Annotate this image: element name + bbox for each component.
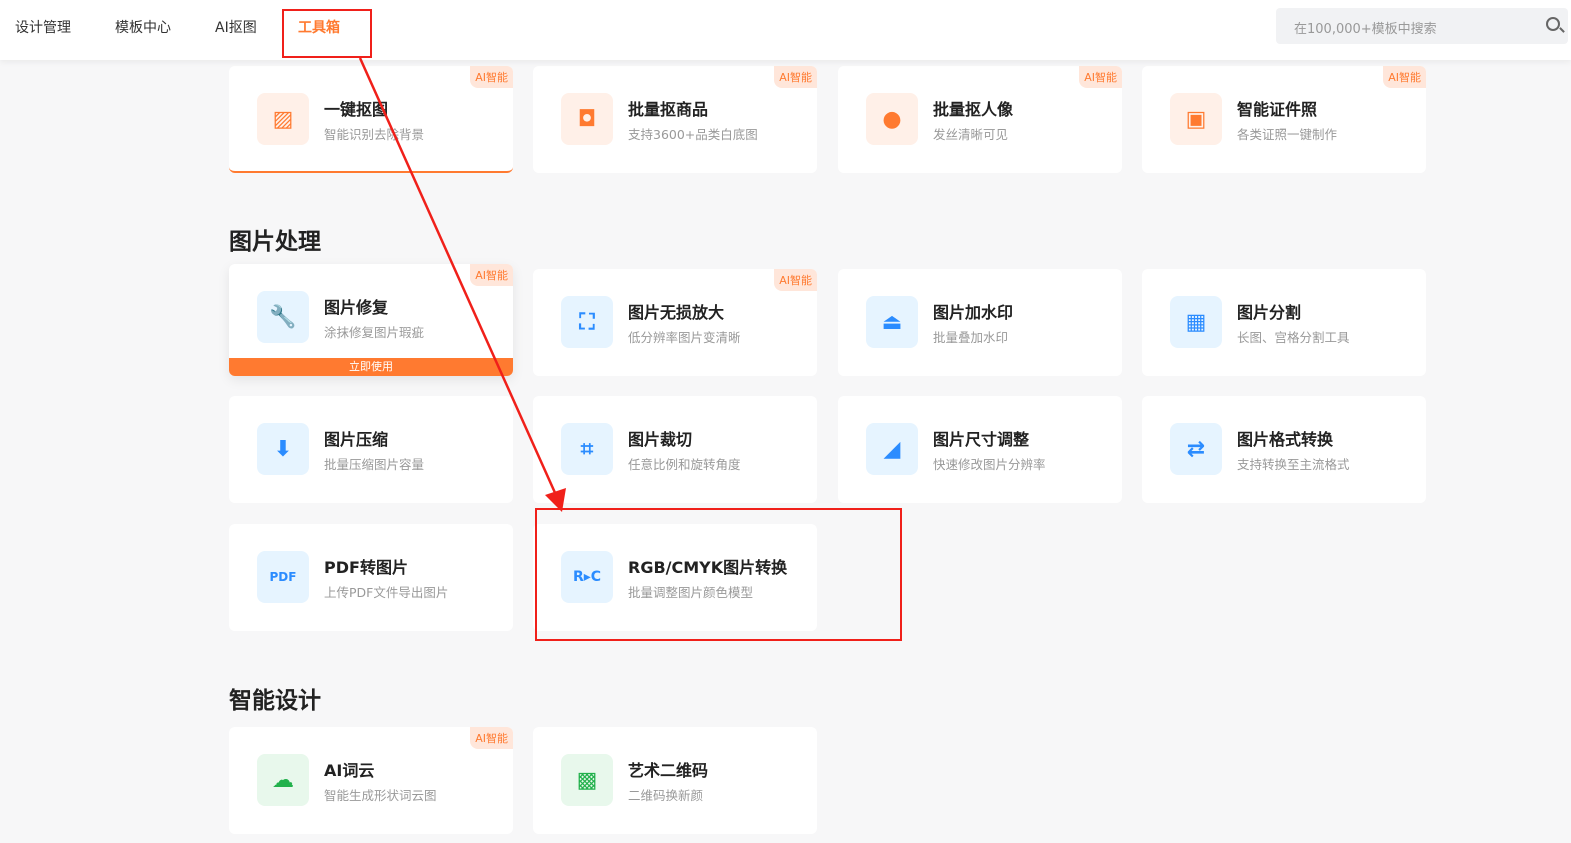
crop-icon: ⌗ — [561, 423, 613, 475]
tool-card[interactable]: ▣ 智能证件照 各类证照一键制作 AI智能 — [1142, 66, 1426, 173]
qrcode-icon: ▩ — [561, 754, 613, 806]
tool-title: PDF转图片 — [324, 558, 408, 577]
nav-ai-cutout[interactable]: AI抠图 — [215, 17, 257, 37]
tool-desc: 智能识别去除背景 — [324, 127, 425, 142]
tool-card[interactable]: ⏏ 图片加水印 批量叠加水印 — [838, 269, 1122, 376]
tool-title: 图片裁切 — [628, 430, 693, 449]
enlarge-icon: ⛶ — [561, 296, 613, 348]
tool-title: 图片尺寸调整 — [933, 430, 1030, 449]
search-placeholder: 在100,000+模板中搜索 — [1294, 22, 1437, 37]
wrench-icon: 🔧 — [257, 291, 309, 343]
nav-template-center[interactable]: 模板中心 — [115, 17, 171, 37]
tool-title: 图片压缩 — [324, 430, 389, 449]
cloud-icon: ☁ — [257, 754, 309, 806]
search-input[interactable]: 在100,000+模板中搜索 — [1276, 8, 1568, 44]
tool-card[interactable]: ▨ 一键抠图 智能识别去除背景 AI智能 — [229, 66, 513, 173]
tool-card[interactable]: ⛶ 图片无损放大 低分辨率图片变清晰 AI智能 — [533, 269, 817, 376]
ai-badge: AI智能 — [774, 269, 817, 291]
ai-badge: AI智能 — [470, 727, 513, 749]
id-photo-icon: ▣ — [1170, 93, 1222, 145]
pdf-icon: PDF — [257, 551, 309, 603]
tool-desc: 长图、宫格分割工具 — [1237, 330, 1350, 345]
shopping-bag-icon: ◘ — [561, 93, 613, 145]
nav-design-manage[interactable]: 设计管理 — [15, 17, 71, 37]
tool-card[interactable]: ⬇ 图片压缩 批量压缩图片容量 — [229, 396, 513, 503]
tool-desc: 批量叠加水印 — [933, 330, 1009, 345]
tool-title: 图片加水印 — [933, 303, 1014, 322]
ai-badge: AI智能 — [774, 66, 817, 88]
tool-title: 一键抠图 — [324, 100, 389, 119]
tool-desc: 智能生成形状词云图 — [324, 788, 437, 803]
ai-badge: AI智能 — [470, 264, 513, 286]
ruler-icon: ◢ — [866, 423, 918, 475]
format-convert-icon: ⇄ — [1170, 423, 1222, 475]
tool-title: AI词云 — [324, 761, 375, 780]
tool-desc: 批量压缩图片容量 — [324, 457, 425, 472]
ai-badge: AI智能 — [1383, 66, 1426, 88]
search-icon[interactable] — [1546, 17, 1560, 31]
tool-desc: 各类证照一键制作 — [1237, 127, 1338, 142]
section-title-image: 图片处理 — [229, 229, 321, 255]
tool-desc: 发丝清晰可见 — [933, 127, 1009, 142]
annotation-box-toolbox — [282, 9, 372, 58]
tool-desc: 支持转换至主流格式 — [1237, 457, 1350, 472]
tool-card[interactable]: ⌗ 图片裁切 任意比例和旋转角度 — [533, 396, 817, 503]
compress-icon: ⬇ — [257, 423, 309, 475]
section-title-smart: 智能设计 — [229, 688, 321, 714]
tool-desc: 涂抹修复图片瑕疵 — [324, 325, 425, 340]
tool-title: 批量抠商品 — [628, 100, 709, 119]
cutout-icon: ▨ — [257, 93, 309, 145]
annotation-box-rgb-cmyk — [535, 508, 902, 641]
ai-badge: AI智能 — [470, 66, 513, 88]
tool-card[interactable]: ☁ AI词云 智能生成形状词云图 AI智能 — [229, 727, 513, 834]
tool-desc: 快速修改图片分辨率 — [933, 457, 1046, 472]
tool-card[interactable]: ◘ 批量抠商品 支持3600+品类白底图 AI智能 — [533, 66, 817, 173]
tool-card[interactable]: ● 批量抠人像 发丝清晰可见 AI智能 — [838, 66, 1122, 173]
ai-badge: AI智能 — [1079, 66, 1122, 88]
tool-desc: 低分辨率图片变清晰 — [628, 330, 741, 345]
grid-icon: ▦ — [1170, 296, 1222, 348]
tool-desc: 支持3600+品类白底图 — [628, 127, 758, 142]
tool-desc: 任意比例和旋转角度 — [628, 457, 741, 472]
tool-card[interactable]: PDF PDF转图片 上传PDF文件导出图片 — [229, 524, 513, 631]
tool-desc: 上传PDF文件导出图片 — [324, 585, 449, 600]
tool-title: 图片分割 — [1237, 303, 1302, 322]
tool-title: 艺术二维码 — [628, 761, 709, 780]
tool-title: 图片格式转换 — [1237, 430, 1334, 449]
tool-title: 图片无损放大 — [628, 303, 725, 322]
tool-desc: 二维码换新颜 — [628, 788, 704, 803]
use-now-button[interactable]: 立即使用 — [229, 358, 513, 376]
stamp-icon: ⏏ — [866, 296, 918, 348]
tool-card[interactable]: ⇄ 图片格式转换 支持转换至主流格式 — [1142, 396, 1426, 503]
tool-card[interactable]: 🔧 图片修复 涂抹修复图片瑕疵 AI智能 立即使用 — [229, 264, 513, 376]
person-icon: ● — [866, 93, 918, 145]
top-nav: 设计管理 模板中心 AI抠图 工具箱 在100,000+模板中搜索 — [0, 0, 1571, 60]
tool-title: 批量抠人像 — [933, 100, 1014, 119]
tool-title: 智能证件照 — [1237, 100, 1318, 119]
tool-card[interactable]: ▩ 艺术二维码 二维码换新颜 — [533, 727, 817, 834]
tool-card[interactable]: ◢ 图片尺寸调整 快速修改图片分辨率 — [838, 396, 1122, 503]
tool-title: 图片修复 — [324, 298, 389, 317]
tool-card[interactable]: ▦ 图片分割 长图、宫格分割工具 — [1142, 269, 1426, 376]
